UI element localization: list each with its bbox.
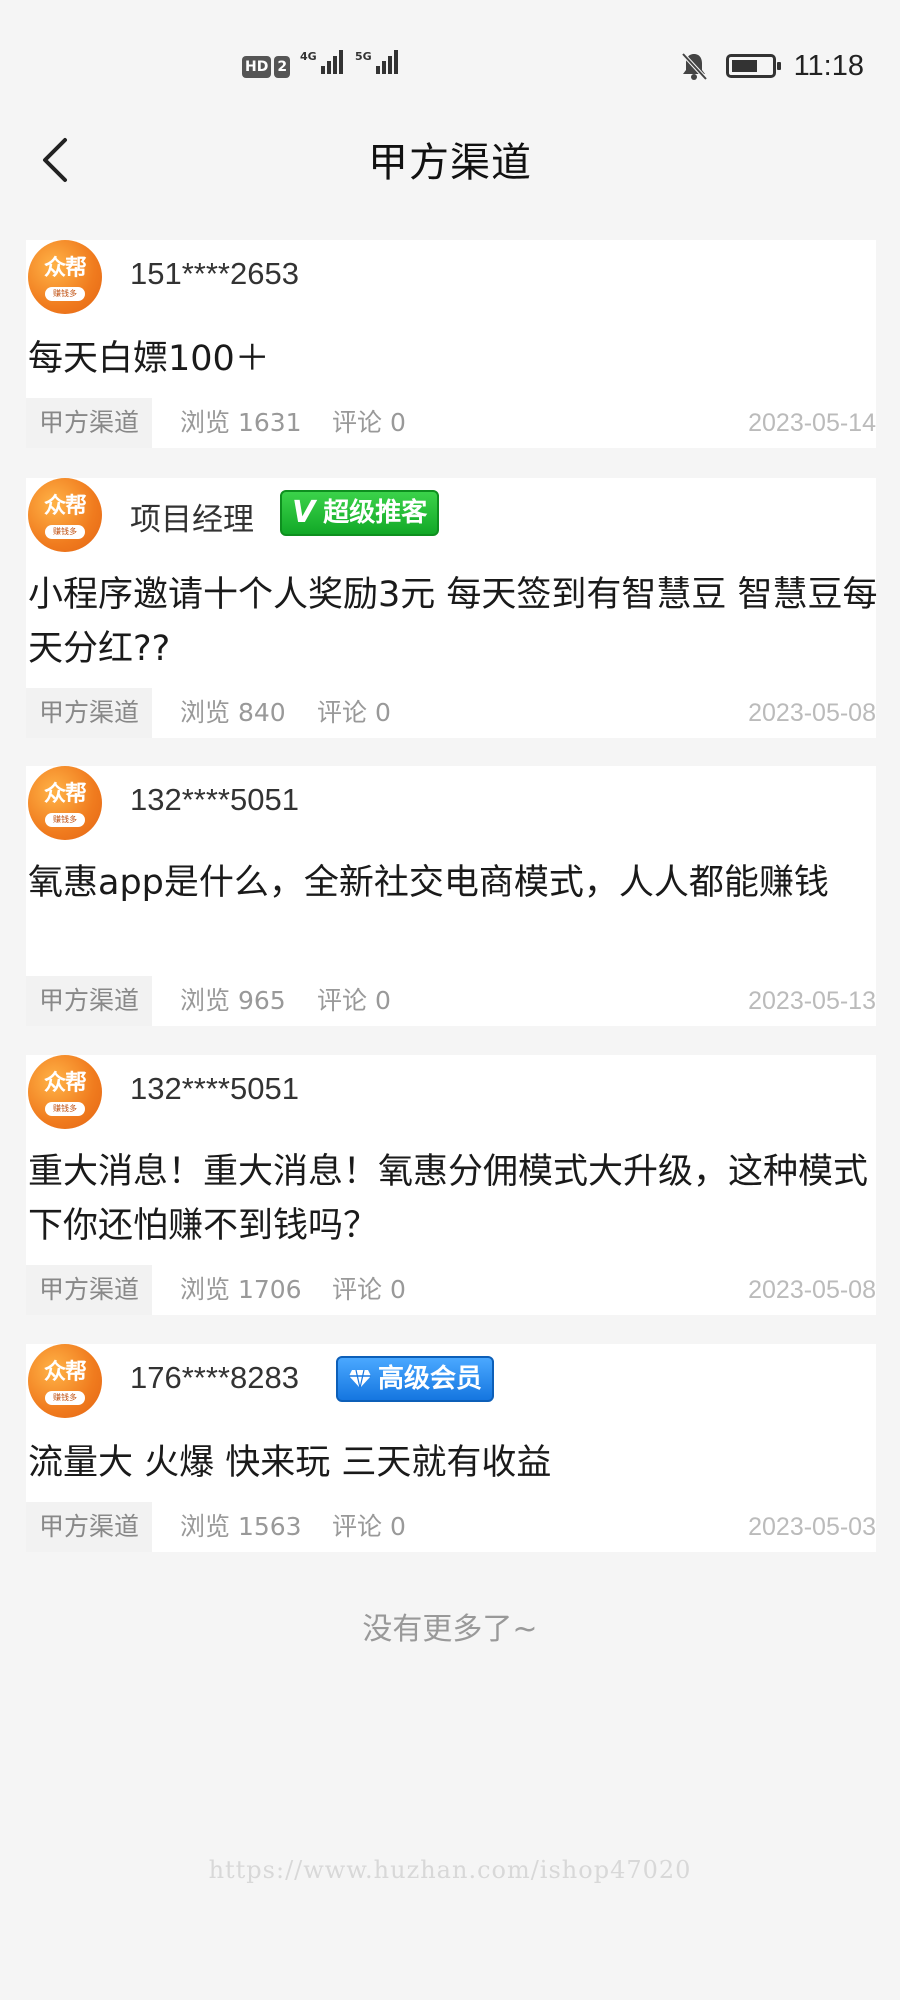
view-count: 浏览 1631 <box>180 408 302 437</box>
post-meta: 甲方渠道 浏览 1706 评论 0 2023-05-08 <box>26 1265 876 1315</box>
nav-bar: 甲方渠道 <box>0 120 900 200</box>
status-time: 11:18 <box>793 49 864 82</box>
post-meta: 甲方渠道 浏览 840 评论 0 2023-05-08 <box>26 688 876 738</box>
post-meta: 甲方渠道 浏览 1631 评论 0 2023-05-14 <box>26 398 876 448</box>
post-title[interactable]: 每天白嫖100＋ <box>28 332 878 386</box>
comment-count: 评论 0 <box>332 1275 406 1304</box>
comment-count: 评论 0 <box>332 1512 406 1541</box>
avatar[interactable]: 众帮 赚钱多 <box>28 478 102 552</box>
comment-count: 评论 0 <box>317 986 391 1015</box>
no-more-text: 没有更多了~ <box>362 1612 538 1647</box>
post-card[interactable]: 众帮 赚钱多 项目经理 V 超级推客 小程序邀请十个人奖励3元 每天签到有智慧豆… <box>26 478 878 738</box>
username[interactable]: 项目经理 <box>130 494 254 539</box>
comment-count: 评论 0 <box>317 698 391 727</box>
channel-tag[interactable]: 甲方渠道 <box>26 398 152 448</box>
username[interactable]: 176****8283 <box>130 1360 299 1396</box>
post-date: 2023-05-08 <box>748 1276 876 1304</box>
hd-indicator: HD 2 <box>242 54 291 80</box>
post-title[interactable]: 小程序邀请十个人奖励3元 每天签到有智慧豆 智慧豆每天分红?? <box>28 568 878 676</box>
view-count: 浏览 840 <box>180 698 286 727</box>
page-title: 甲方渠道 <box>368 140 532 186</box>
diamond-icon <box>349 1369 371 1389</box>
channel-tag[interactable]: 甲方渠道 <box>26 688 152 738</box>
channel-tag[interactable]: 甲方渠道 <box>26 1265 152 1315</box>
status-bar: HD 2 4G 5G 11:18 <box>0 0 900 130</box>
battery-icon <box>725 54 781 78</box>
avatar[interactable]: 众帮 赚钱多 <box>28 240 102 314</box>
post-card[interactable]: 众帮 赚钱多 176****8283 高级会员 流量大 火爆 快来玩 三天就有收… <box>26 1344 876 1552</box>
premium-member-badge: 高级会员 <box>336 1356 495 1402</box>
post-card[interactable]: 众帮 赚钱多 132****5051 重大消息！重大消息！氧惠分佣模式大升级，这… <box>26 1055 876 1315</box>
post-card[interactable]: 众帮 赚钱多 151****2653 每天白嫖100＋ 甲方渠道 浏览 1631… <box>26 240 876 448</box>
avatar[interactable]: 众帮 赚钱多 <box>28 1344 102 1418</box>
username[interactable]: 132****5051 <box>130 782 299 818</box>
bell-off-icon <box>681 52 708 81</box>
sim-icon: 2 <box>274 56 291 78</box>
post-meta: 甲方渠道 浏览 965 评论 0 2023-05-13 <box>26 976 876 1026</box>
hd-icon: HD <box>242 56 272 78</box>
view-count: 浏览 965 <box>180 986 286 1015</box>
signal-4g-icon: 4G <box>300 50 343 74</box>
post-date: 2023-05-03 <box>748 1513 876 1541</box>
post-date: 2023-05-08 <box>748 699 876 727</box>
channel-tag[interactable]: 甲方渠道 <box>26 1502 152 1552</box>
comment-count: 评论 0 <box>332 408 406 437</box>
channel-tag[interactable]: 甲方渠道 <box>26 976 152 1026</box>
post-title[interactable]: 流量大 火爆 快来玩 三天就有收益 <box>28 1436 878 1490</box>
post-date: 2023-05-13 <box>748 987 876 1015</box>
signal-5g-icon: 5G <box>355 50 398 74</box>
username[interactable]: 151****2653 <box>130 256 299 292</box>
post-card[interactable]: 众帮 赚钱多 132****5051 氧惠app是什么，全新社交电商模式，人人都… <box>26 766 876 1026</box>
view-count: 浏览 1706 <box>180 1275 302 1304</box>
view-count: 浏览 1563 <box>180 1512 302 1541</box>
post-date: 2023-05-14 <box>748 409 876 437</box>
post-title[interactable]: 氧惠app是什么，全新社交电商模式，人人都能赚钱 <box>28 856 878 910</box>
post-title[interactable]: 重大消息！重大消息！氧惠分佣模式大升级，这种模式下你还怕赚不到钱吗？ <box>28 1145 878 1253</box>
super-promoter-badge: V 超级推客 <box>280 490 440 536</box>
username[interactable]: 132****5051 <box>130 1071 299 1107</box>
watermark: https://www.huzhan.com/ishop47020 <box>208 1856 692 1884</box>
avatar[interactable]: 众帮 赚钱多 <box>28 766 102 840</box>
avatar[interactable]: 众帮 赚钱多 <box>28 1055 102 1129</box>
post-meta: 甲方渠道 浏览 1563 评论 0 2023-05-03 <box>26 1502 876 1552</box>
